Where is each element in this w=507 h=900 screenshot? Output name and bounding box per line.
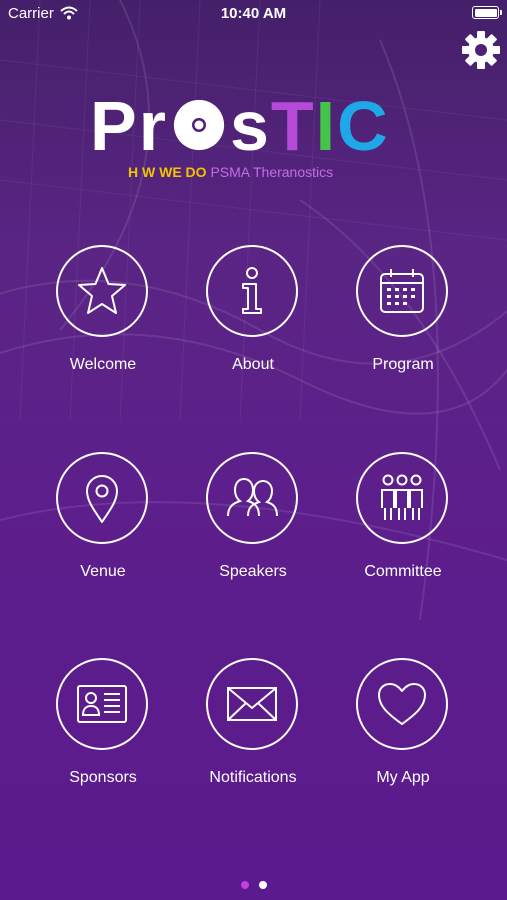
menu-label: Sponsors	[69, 769, 137, 786]
menu-tile-venue[interactable]: Venue	[28, 452, 178, 612]
tagline-psma: PSMA Theranostics	[210, 164, 334, 180]
menu-label: Speakers	[219, 563, 287, 580]
speakers-icon	[227, 477, 278, 517]
envelope-icon	[227, 687, 277, 721]
menu-label: My App	[376, 769, 430, 786]
menu-tile-speakers[interactable]: Speakers	[178, 452, 328, 612]
info-icon	[242, 267, 262, 314]
settings-gear-icon[interactable]	[461, 30, 501, 70]
star-icon	[78, 267, 126, 314]
menu-tile-committee[interactable]: Committee	[328, 452, 478, 612]
page-indicator[interactable]	[0, 876, 507, 894]
page-dot-active[interactable]	[240, 881, 249, 889]
tagline-how-we-do: H W WE DO	[128, 164, 207, 180]
menu-label: About	[232, 356, 274, 373]
page-dot[interactable]	[258, 881, 267, 889]
menu-tile-notifications[interactable]: Notifications	[178, 658, 328, 818]
committee-icon	[381, 474, 423, 520]
menu-label: Program	[372, 356, 434, 373]
menu-label: Venue	[80, 563, 126, 580]
logo-tagline: H W WE DO PSMA Theranostics	[128, 164, 333, 180]
menu-tile-sponsors[interactable]: Sponsors	[28, 658, 178, 818]
calendar-icon	[380, 269, 424, 313]
map-pin-icon	[86, 475, 118, 523]
id-card-icon	[77, 685, 127, 723]
prostic-logo: Pr sTIC H W WE DO PSMA Theranostics	[90, 88, 420, 184]
menu-label: Welcome	[69, 356, 137, 373]
logo-wordmark: Pr sTIC	[90, 87, 390, 165]
menu-label: Notifications	[209, 769, 297, 786]
battery-icon	[472, 6, 502, 19]
menu-tile-my-app[interactable]: My App	[328, 658, 478, 818]
heart-icon	[378, 683, 426, 725]
menu-tile-welcome[interactable]: Welcome	[28, 245, 178, 405]
clock: 10:40 AM	[220, 5, 287, 22]
menu-tile-program[interactable]: Program	[328, 245, 478, 405]
status-bar: Carrier 10:40 AM	[0, 0, 507, 28]
radiation-symbol-icon	[173, 99, 225, 151]
menu-tile-about[interactable]: About	[178, 245, 328, 405]
menu-label: Committee	[364, 563, 442, 580]
